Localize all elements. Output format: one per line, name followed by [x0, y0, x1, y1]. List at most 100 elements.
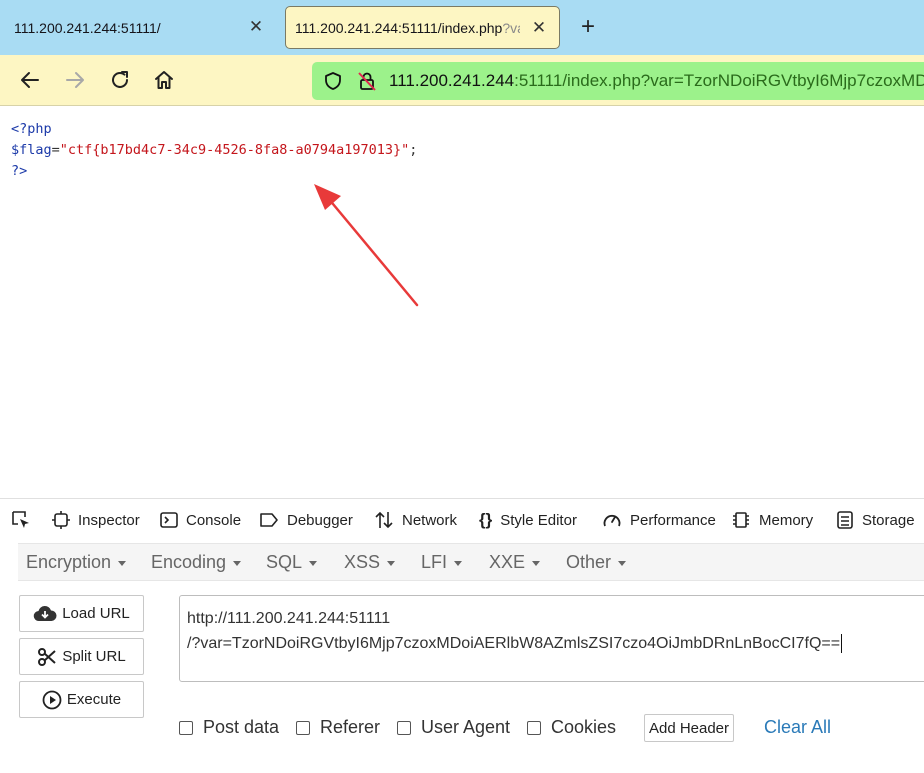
tab-console[interactable]: Console [160, 510, 241, 530]
option-user-agent[interactable]: User Agent [397, 717, 510, 738]
hackbar-url-textarea[interactable]: http://111.200.241.244:51111 /?var=TzorND… [179, 595, 924, 682]
tab-label: Debugger [287, 511, 353, 529]
back-arrow-icon[interactable] [18, 68, 42, 92]
assign-operator: = [51, 142, 60, 158]
address-host: 111.200.241.244 [389, 71, 515, 90]
referer-checkbox[interactable] [296, 720, 310, 735]
tab-style-editor[interactable]: {} Style Editor [479, 510, 577, 530]
clear-all-link[interactable]: Clear All [764, 717, 831, 738]
shield-icon[interactable] [323, 71, 343, 91]
address-bar[interactable]: 111.200.241.244:51111/index.php?var=Tzor… [312, 62, 924, 100]
tab-label: Network [402, 511, 458, 529]
tab-memory[interactable]: Memory [731, 510, 813, 530]
menu-label: LFI [421, 552, 448, 572]
browser-window: 111.200.241.244:51111/ ✕ 111.200.241.244… [0, 0, 924, 773]
tab-title: 111.200.241.244:51111/index.php?va [295, 20, 520, 36]
url-line-1: http://111.200.241.244:51111 [187, 610, 391, 627]
semicolon: ; [409, 142, 418, 158]
menu-encoding[interactable]: Encoding [151, 552, 242, 573]
home-icon[interactable] [152, 68, 176, 92]
post-data-checkbox[interactable] [179, 720, 193, 735]
option-referer[interactable]: Referer [296, 717, 380, 738]
execute-button[interactable]: Execute [19, 681, 144, 718]
console-icon [160, 512, 178, 528]
menu-xss[interactable]: XSS [344, 552, 396, 573]
tab-title-main: 111.200.241.244:51111/index.php [295, 19, 503, 36]
php-close-tag: ?> [11, 163, 28, 179]
caret-down-icon [618, 560, 627, 566]
button-label: Load URL [62, 605, 130, 622]
menu-label: Encoding [151, 552, 227, 572]
insecure-lock-icon[interactable] [356, 70, 378, 92]
forward-arrow-icon[interactable] [63, 68, 87, 92]
memory-chip-icon [733, 512, 749, 528]
tab-title: 111.200.241.244:51111/ [14, 19, 161, 36]
tab-inspector[interactable]: Inspector [52, 510, 140, 530]
option-post-data[interactable]: Post data [179, 717, 279, 738]
caret-down-icon [233, 560, 242, 566]
option-label: User Agent [421, 717, 511, 737]
option-cookies[interactable]: Cookies [527, 717, 616, 738]
tab-1[interactable]: 111.200.241.244:51111/ ✕ [0, 6, 278, 49]
add-header-button[interactable]: Add Header [644, 714, 734, 742]
devtools-toolbar: Inspector Console Debugger Network {} St… [0, 498, 924, 538]
close-icon[interactable]: ✕ [246, 17, 266, 37]
menu-other[interactable]: Other [566, 552, 627, 573]
scissors-icon [38, 647, 56, 666]
tab-label: Console [186, 511, 242, 529]
tab-label: Performance [630, 511, 716, 529]
caret-down-icon [118, 560, 127, 566]
tab-performance[interactable]: Performance [602, 510, 716, 530]
tab-debugger[interactable]: Debugger [259, 510, 353, 530]
split-url-button[interactable]: Split URL [19, 638, 144, 675]
cookies-checkbox[interactable] [527, 720, 541, 735]
caret-down-icon [532, 560, 541, 566]
tab-label: Inspector [78, 511, 140, 529]
option-label: Post data [203, 717, 280, 737]
load-url-button[interactable]: Load URL [19, 595, 144, 632]
gauge-icon [603, 514, 621, 527]
element-picker-icon[interactable] [10, 509, 32, 531]
tab-label: Style Editor [500, 511, 577, 529]
menu-sql[interactable]: SQL [266, 552, 318, 573]
reload-icon[interactable] [108, 68, 132, 92]
option-label: Cookies [551, 717, 617, 737]
braces-icon: {} [479, 510, 493, 529]
text-cursor [841, 634, 843, 654]
tab-title-faded: ?va [502, 19, 520, 36]
menu-xxe[interactable]: XXE [489, 552, 541, 573]
tab-storage[interactable]: Storage [836, 510, 915, 530]
tab-2-active[interactable]: 111.200.241.244:51111/index.php?va ✕ [285, 6, 560, 49]
tab-label: Storage [862, 511, 915, 529]
hackbar-menu: Encryption Encoding SQL XSS LFI XXE Othe… [18, 543, 924, 581]
address-path: :51111/index.php?var=TzorNDoiRGVtbyI6Mjp… [514, 71, 924, 90]
menu-label: SQL [266, 552, 303, 572]
button-label: Execute [66, 691, 122, 708]
url-line-2: /?var=TzorNDoiRGVtbyI6Mjp7czoxMDoiAERlbW… [187, 631, 924, 656]
debugger-icon [260, 513, 278, 527]
menu-lfi[interactable]: LFI [421, 552, 463, 573]
caret-down-icon [387, 560, 396, 566]
page-source-code: <?php $flag="ctf{b17bd4c7-34c9-4526-8fa8… [11, 119, 417, 182]
play-circle-icon [42, 690, 62, 709]
user-agent-checkbox[interactable] [397, 720, 411, 735]
menu-encryption[interactable]: Encryption [26, 552, 127, 573]
network-arrows-icon [375, 511, 393, 529]
url-line-2-text: /?var=TzorNDoiRGVtbyI6Mjp7czoxMDoiAERlbW… [187, 635, 841, 652]
close-icon[interactable]: ✕ [529, 18, 549, 38]
caret-down-icon [454, 560, 463, 566]
button-label: Split URL [62, 648, 126, 665]
caret-down-icon [309, 560, 318, 566]
address-text[interactable]: 111.200.241.244:51111/index.php?var=Tzor… [389, 71, 924, 91]
php-open-tag: <?php [11, 121, 52, 137]
menu-label: XXE [489, 552, 526, 572]
new-tab-plus-icon[interactable]: + [576, 14, 600, 40]
menu-label: XSS [344, 552, 381, 572]
cloud-download-icon [33, 605, 57, 621]
storage-icon [837, 511, 853, 529]
inspector-icon [52, 511, 70, 529]
tab-strip: 111.200.241.244:51111/ ✕ 111.200.241.244… [0, 0, 924, 55]
option-label: Referer [320, 717, 381, 737]
menu-label: Other [566, 552, 612, 572]
tab-network[interactable]: Network [374, 510, 457, 530]
